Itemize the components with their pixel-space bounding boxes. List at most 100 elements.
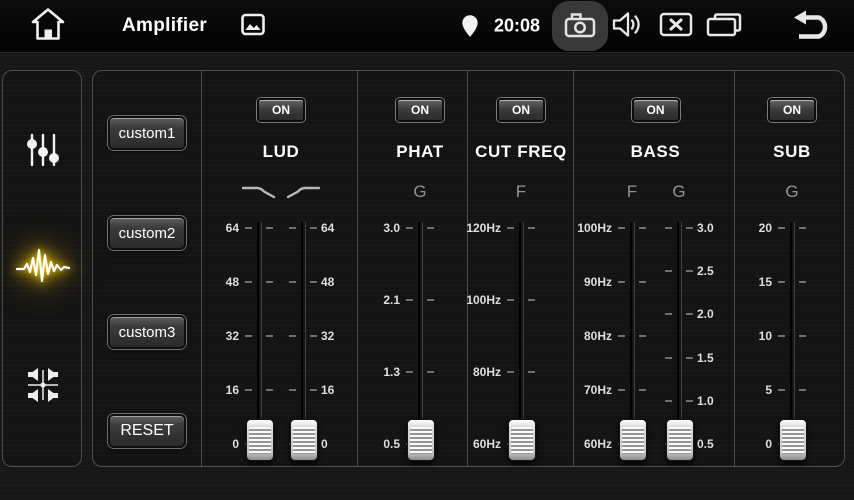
sidebar-item-sound-effect[interactable] bbox=[14, 238, 72, 294]
bass-on-button[interactable]: ON bbox=[632, 98, 680, 122]
tick-dash bbox=[427, 371, 434, 373]
tick-dash bbox=[245, 281, 252, 283]
tick-label: 1.3 bbox=[340, 364, 400, 380]
tick-dash bbox=[528, 371, 535, 373]
camera-button[interactable] bbox=[552, 1, 608, 51]
lud-slider-thumb-1[interactable] bbox=[290, 419, 318, 461]
clock: 20:08 bbox=[494, 16, 540, 37]
tick-dash bbox=[618, 335, 625, 337]
top-status-bar: Amplifier 20:08 bbox=[0, 0, 854, 53]
cutfreq-slider-track-0[interactable] bbox=[519, 222, 523, 452]
tick-label: 100Hz bbox=[552, 220, 612, 236]
home-button[interactable] bbox=[30, 7, 66, 46]
tick-label: 90Hz bbox=[552, 274, 612, 290]
tick-dash bbox=[639, 335, 646, 337]
sub-on-button[interactable]: ON bbox=[768, 98, 816, 122]
tick-label: 48 bbox=[179, 274, 239, 290]
highpass-curve-icon bbox=[284, 181, 322, 203]
tick-dash bbox=[799, 389, 806, 391]
tick-dash bbox=[686, 357, 693, 359]
phat-band-label: G bbox=[413, 181, 426, 203]
page-title: Amplifier bbox=[122, 15, 207, 37]
bass-slider-thumb-1[interactable] bbox=[666, 419, 694, 461]
tick-dash bbox=[778, 281, 785, 283]
tick-label: 64 bbox=[179, 220, 239, 236]
tick-dash bbox=[618, 281, 625, 283]
column-cut-freq: ONCUT FREQF120Hz100Hz80Hz60Hz bbox=[467, 71, 573, 466]
tick-dash bbox=[665, 400, 672, 402]
tick-dash bbox=[665, 227, 672, 229]
preset-button-reset[interactable]: RESET bbox=[108, 414, 186, 448]
sub-slider-thumb-0[interactable] bbox=[779, 419, 807, 461]
lud-slider-track-1[interactable] bbox=[301, 222, 305, 452]
waveform-icon bbox=[16, 244, 70, 289]
lud-slider-thumb-0[interactable] bbox=[246, 419, 274, 461]
tick-label: 0.5 bbox=[340, 436, 400, 452]
home-icon bbox=[30, 7, 66, 46]
tick-dash bbox=[665, 270, 672, 272]
tick-label: 100Hz bbox=[441, 292, 501, 308]
bass-slider-track-1[interactable] bbox=[677, 222, 681, 452]
preset-panel: custom1 custom2 custom3 RESET bbox=[93, 71, 201, 466]
bass-slider-track-0[interactable] bbox=[630, 222, 634, 452]
sub-title: SUB bbox=[773, 142, 811, 162]
tick-label: 0 bbox=[712, 436, 772, 452]
tick-dash bbox=[266, 227, 273, 229]
tick-dash bbox=[507, 371, 514, 373]
bass-band-label: G bbox=[672, 181, 685, 203]
sidebar bbox=[2, 70, 82, 467]
tick-dash bbox=[665, 357, 672, 359]
column-phat: ONPHATG3.02.11.30.5 bbox=[357, 71, 467, 466]
tick-dash bbox=[266, 335, 273, 337]
tick-dash bbox=[289, 389, 296, 391]
tick-dash bbox=[778, 227, 785, 229]
tick-dash bbox=[310, 227, 317, 229]
tick-label: 10 bbox=[712, 328, 772, 344]
speaker-balance-icon bbox=[23, 365, 63, 408]
amplifier-screen: Amplifier 20:08 bbox=[0, 0, 854, 500]
tick-label: 15 bbox=[712, 274, 772, 290]
tick-dash bbox=[310, 389, 317, 391]
preset-button-custom1[interactable]: custom1 bbox=[108, 116, 186, 150]
volume-button[interactable] bbox=[611, 9, 645, 44]
location-pin-icon bbox=[461, 13, 479, 39]
cutfreq-title: CUT FREQ bbox=[475, 142, 567, 162]
phat-slider-track-0[interactable] bbox=[418, 222, 422, 452]
tick-label: 120Hz bbox=[441, 220, 501, 236]
lud-slider-track-0[interactable] bbox=[257, 222, 261, 452]
sidebar-item-balance[interactable] bbox=[14, 358, 72, 414]
tick-dash bbox=[289, 281, 296, 283]
lud-on-button[interactable]: ON bbox=[257, 98, 305, 122]
phat-slider-thumb-0[interactable] bbox=[407, 419, 435, 461]
cutfreq-band-label: F bbox=[516, 181, 526, 203]
tick-dash bbox=[799, 281, 806, 283]
preset-button-custom2[interactable]: custom2 bbox=[108, 216, 186, 250]
recent-apps-button[interactable] bbox=[704, 11, 744, 42]
lowpass-curve-icon bbox=[240, 181, 278, 203]
back-button[interactable] bbox=[792, 9, 832, 44]
close-app-button[interactable] bbox=[659, 11, 693, 42]
preset-button-custom3[interactable]: custom3 bbox=[108, 315, 186, 349]
tick-dash bbox=[507, 227, 514, 229]
cutfreq-slider-thumb-0[interactable] bbox=[508, 419, 536, 461]
tick-dash bbox=[799, 335, 806, 337]
recent-apps-icon bbox=[704, 11, 744, 42]
tick-dash bbox=[427, 227, 434, 229]
sidebar-item-equalizer[interactable] bbox=[14, 123, 72, 179]
wallpaper-button[interactable] bbox=[241, 14, 265, 39]
tick-dash bbox=[406, 227, 413, 229]
tick-dash bbox=[799, 227, 806, 229]
column-sub: ONSUBG20151050 bbox=[734, 71, 846, 466]
tick-dash bbox=[266, 389, 273, 391]
volume-icon bbox=[611, 9, 645, 44]
tick-dash bbox=[686, 227, 693, 229]
bass-title: BASS bbox=[631, 142, 681, 162]
phat-title: PHAT bbox=[396, 142, 443, 162]
bass-slider-thumb-0[interactable] bbox=[619, 419, 647, 461]
column-bass: ONBASSF100Hz90Hz80Hz70Hz60HzG3.02.52.01.… bbox=[573, 71, 734, 466]
cutfreq-on-button[interactable]: ON bbox=[497, 98, 545, 122]
phat-on-button[interactable]: ON bbox=[396, 98, 444, 122]
tick-dash bbox=[686, 313, 693, 315]
tick-dash bbox=[310, 335, 317, 337]
sub-slider-track-0[interactable] bbox=[790, 222, 794, 452]
